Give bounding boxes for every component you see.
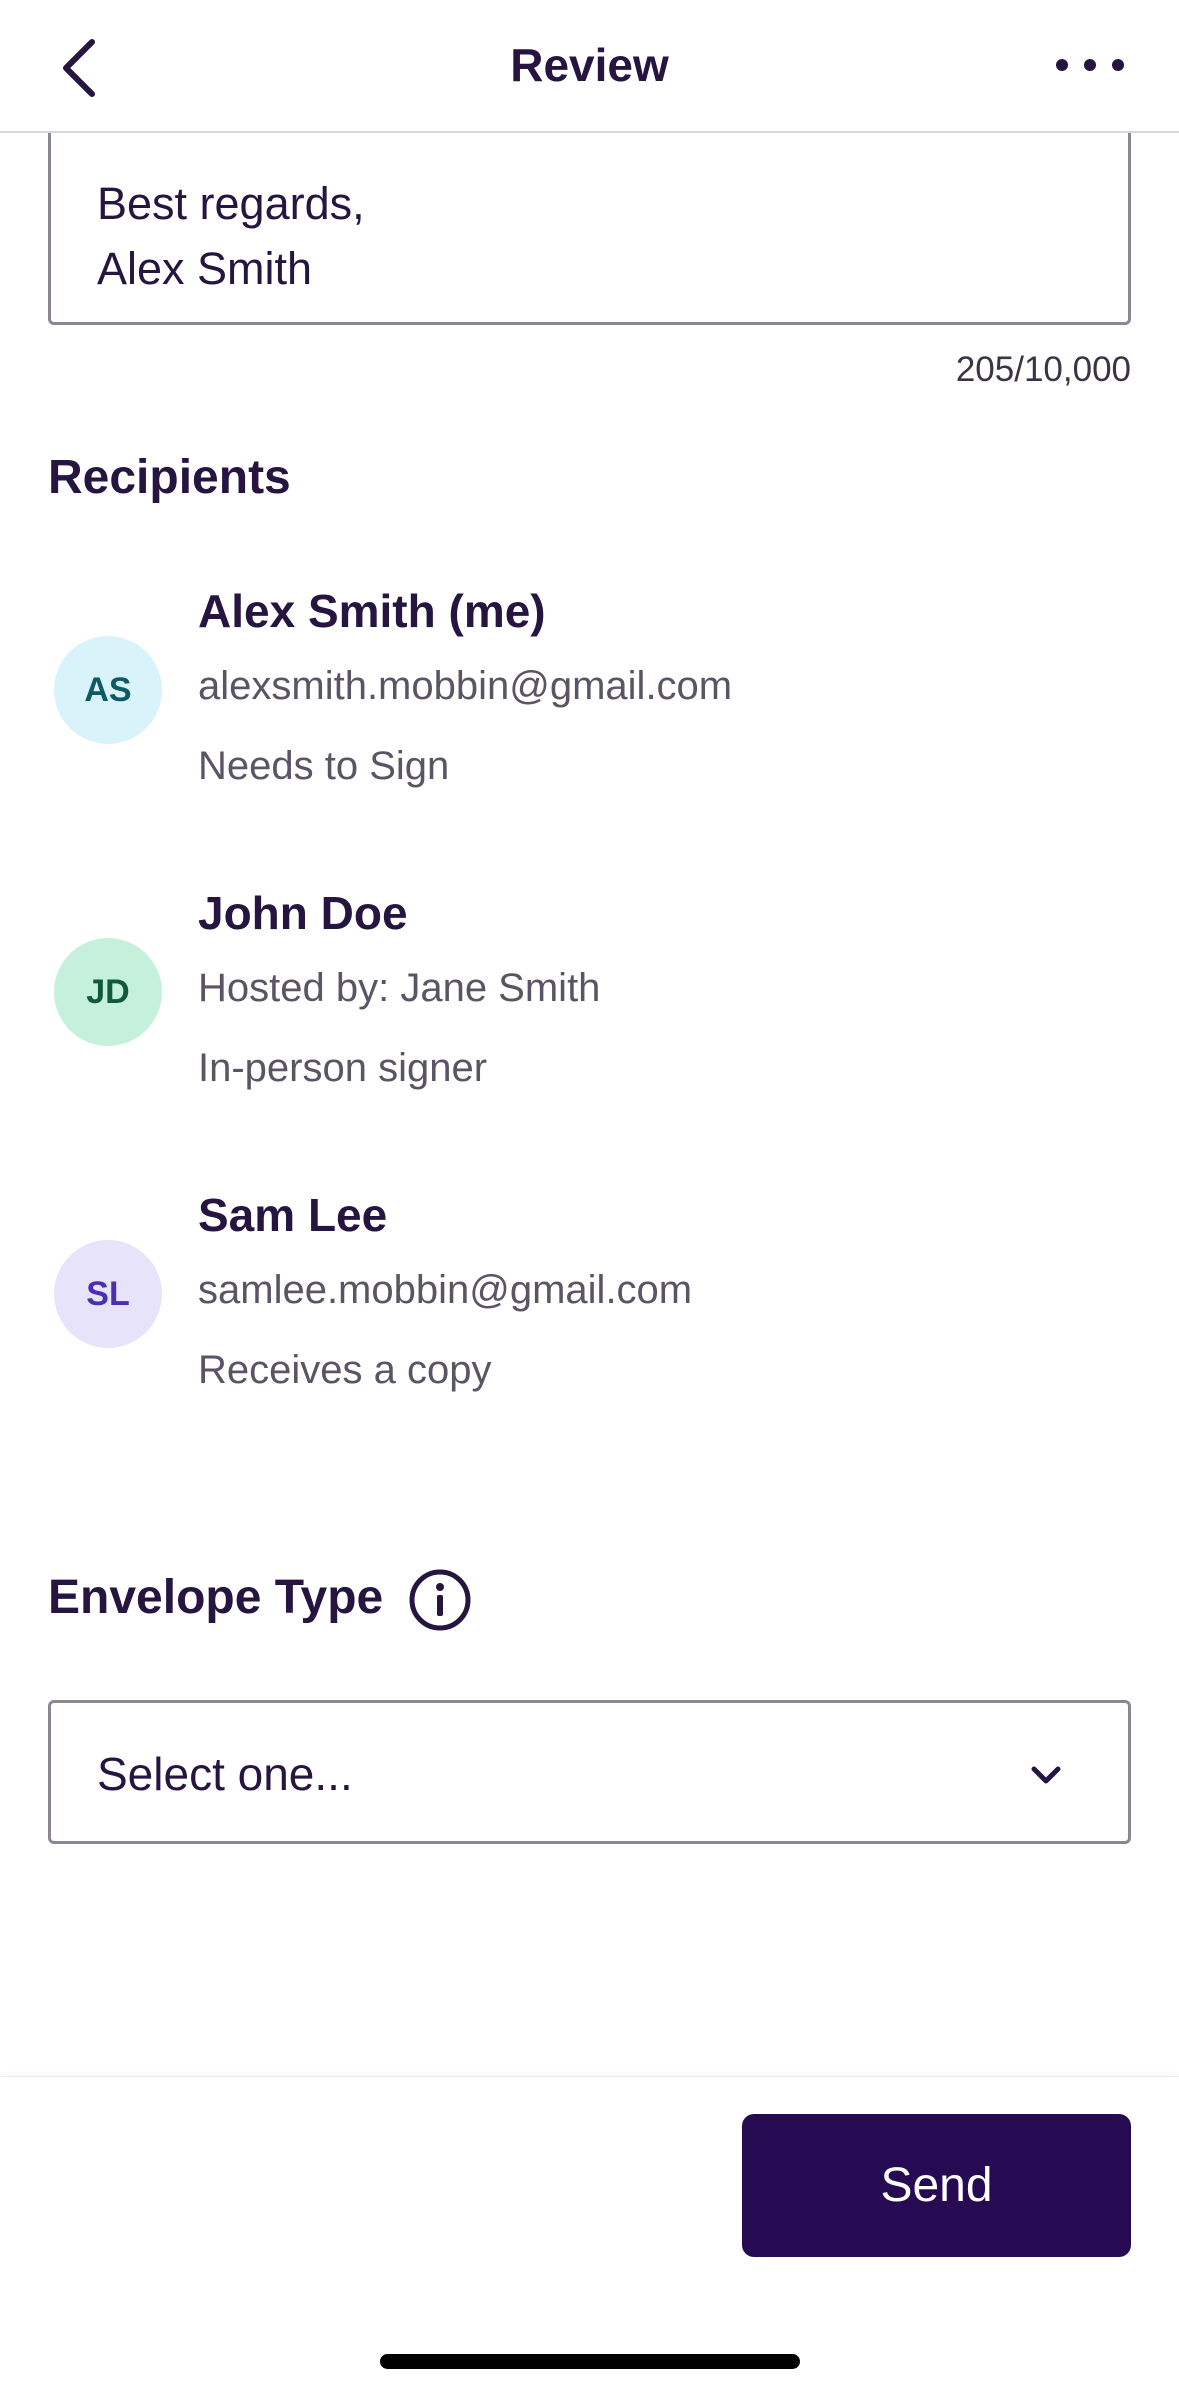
recipient-role: In-person signer (198, 1046, 488, 1090)
review-screen: Review Best regards, Alex Smith 205/10,0… (0, 0, 1179, 2396)
recipient-email: alexsmith.mobbin@gmail.com (198, 664, 733, 708)
select-value: Select one... (97, 1748, 353, 1800)
message-line: Best regards, (97, 178, 365, 229)
message-field[interactable]: Best regards, Alex Smith (48, 133, 1131, 325)
avatar: JD (54, 938, 162, 1046)
avatar: SL (54, 1240, 162, 1348)
recipient-item[interactable]: SL Sam Lee samlee.mobbin@gmail.com Recei… (0, 1188, 1179, 1438)
home-indicator (380, 2354, 800, 2369)
avatar: AS (54, 636, 162, 744)
character-count: 205/10,000 (955, 350, 1131, 389)
recipient-item[interactable]: JD John Doe Hosted by: Jane Smith In-per… (0, 886, 1179, 1136)
info-button[interactable] (408, 1568, 472, 1632)
recipient-name: Alex Smith (me) (198, 585, 546, 637)
recipient-role: Receives a copy (198, 1348, 492, 1392)
recipient-email: samlee.mobbin@gmail.com (198, 1268, 693, 1312)
info-icon (409, 1569, 471, 1631)
more-options-button[interactable] (1050, 45, 1130, 85)
bottom-bar: Send (0, 2076, 1179, 2396)
page-title: Review (510, 39, 669, 91)
envelope-type-select[interactable]: Select one... (48, 1700, 1131, 1844)
recipient-item[interactable]: AS Alex Smith (me) alexsmith.mobbin@gmai… (0, 584, 1179, 834)
more-horizontal-icon (1056, 59, 1124, 71)
recipients-heading: Recipients (48, 451, 291, 504)
top-bar: Review (0, 0, 1179, 133)
message-line: Alex Smith (97, 243, 313, 294)
recipient-name: Sam Lee (198, 1189, 388, 1241)
chevron-down-icon (1031, 1766, 1061, 1784)
recipient-name: John Doe (198, 887, 408, 939)
recipient-role: Needs to Sign (198, 744, 450, 788)
envelope-type-heading: Envelope Type (48, 1571, 384, 1624)
recipient-host: Hosted by: Jane Smith (198, 966, 601, 1010)
send-button[interactable]: Send (742, 2114, 1131, 2257)
